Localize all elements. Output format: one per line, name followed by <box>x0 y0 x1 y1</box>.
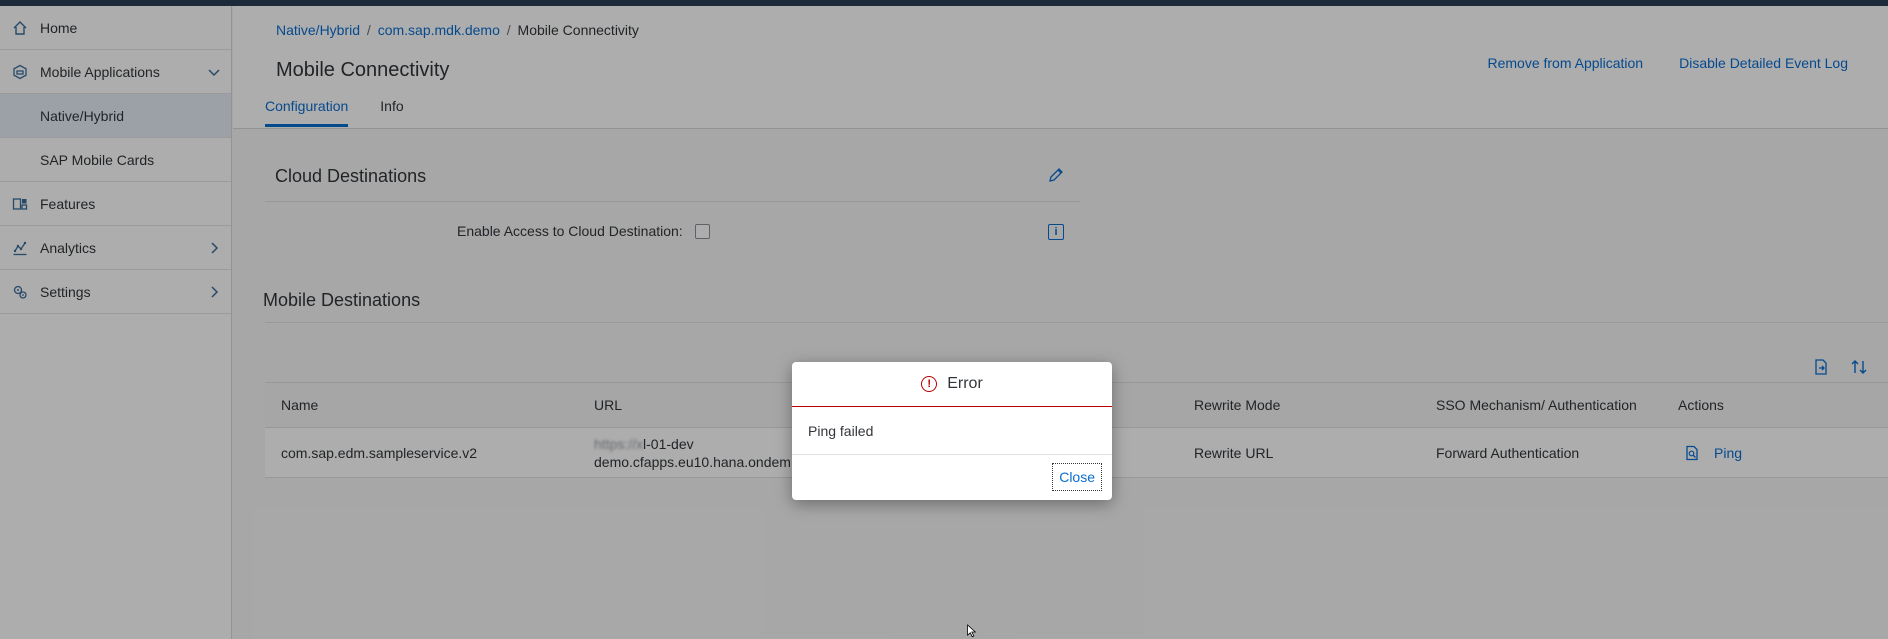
dialog-title: Error <box>947 375 983 392</box>
mouse-cursor-icon <box>967 624 977 638</box>
dialog-header: ! Error <box>792 362 1112 407</box>
error-icon: ! <box>921 376 938 392</box>
close-button[interactable]: Close <box>1052 463 1102 491</box>
modal-overlay <box>0 0 1888 639</box>
error-dialog: ! Error Ping failed Close <box>792 362 1112 500</box>
dialog-footer: Close <box>792 455 1112 499</box>
dialog-message: Ping failed <box>792 407 1112 455</box>
